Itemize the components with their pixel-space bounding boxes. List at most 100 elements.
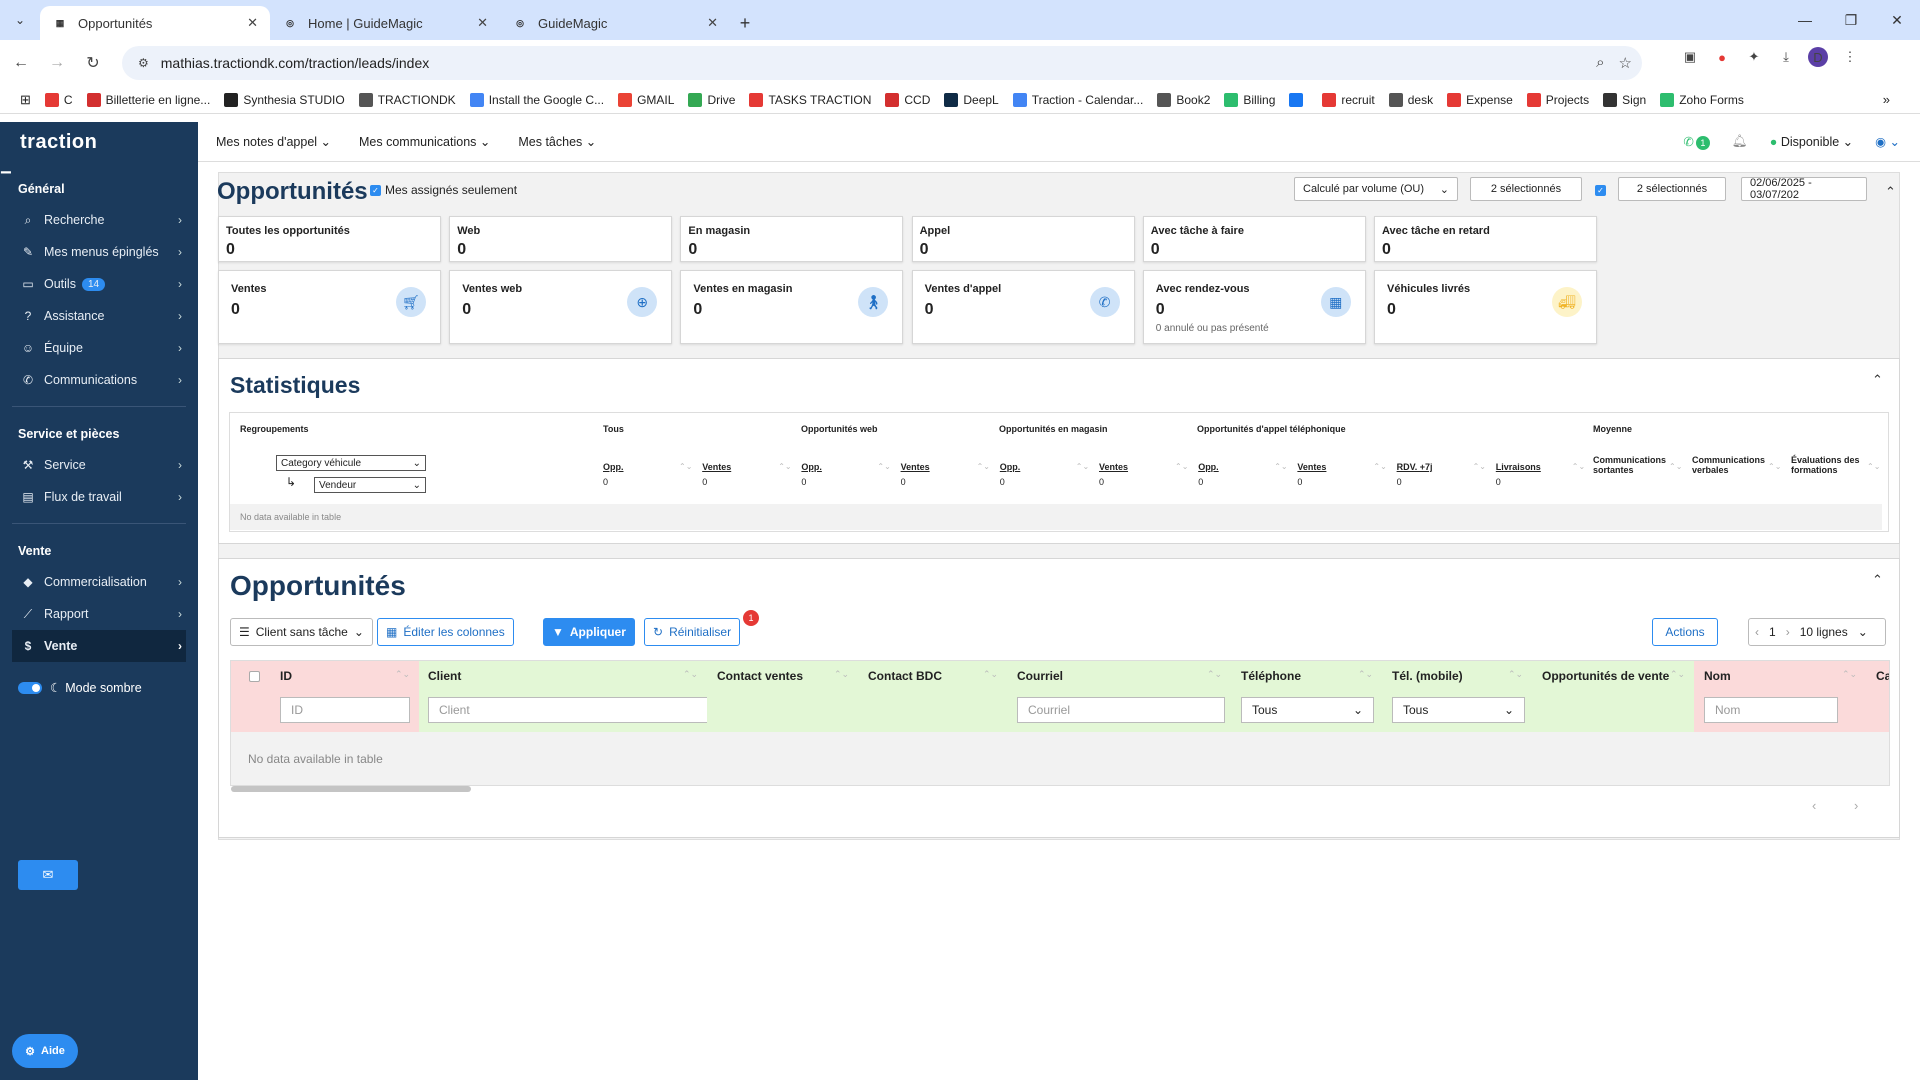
bookmark-item[interactable]: [1289, 92, 1308, 107]
sort-arrows-icon[interactable]: ⌃⌄: [1076, 462, 1089, 471]
bookmark-item[interactable]: recruit: [1322, 92, 1375, 107]
assigned-only-checkbox[interactable]: ✓ Mes assignés seulement: [370, 183, 517, 197]
chat-button[interactable]: ✉: [18, 860, 78, 890]
extensions-puzzle-icon[interactable]: ✦: [1744, 47, 1764, 67]
sidebar-item-assistance[interactable]: ? Assistance ›: [0, 300, 198, 332]
column-header[interactable]: Contact BDC: [868, 669, 942, 683]
stats-subcolumn-header[interactable]: Ventes: [702, 462, 731, 472]
kpi-card[interactable]: Avec rendez-vous 0 0 annulé ou pas présent…: [1142, 270, 1366, 344]
bookmark-star-icon[interactable]: ☆: [1619, 54, 1632, 72]
sidebar-item-vente[interactable]: $ Vente ›: [12, 630, 186, 662]
kpi-card[interactable]: Ventes web 0 ⊕: [449, 270, 673, 344]
scroll-right-icon[interactable]: ›: [1854, 798, 1858, 813]
sort-arrows-icon[interactable]: ⌃⌄: [977, 462, 990, 471]
stats-subcolumn-header[interactable]: Livraisons: [1496, 462, 1541, 472]
tab-close-icon[interactable]: ✕: [247, 15, 258, 31]
sort-arrows-icon[interactable]: ⌃⌄: [1669, 462, 1682, 471]
bookmark-item[interactable]: Projects: [1526, 92, 1589, 107]
stats-collapse-icon[interactable]: ⌃: [1872, 372, 1883, 388]
stats-average-header[interactable]: Évaluations des formations: [1791, 455, 1871, 475]
summary-card[interactable]: Avec tâche en retard 0: [1374, 216, 1597, 262]
date-range-input[interactable]: 02/06/2025 - 03/07/202: [1741, 177, 1867, 201]
page-number[interactable]: 1: [1769, 625, 1776, 639]
prev-page-icon[interactable]: ‹: [1755, 625, 1759, 639]
column-header[interactable]: Contact ventes: [717, 669, 803, 683]
browser-tab[interactable]: ▦ Opportunités ✕: [40, 6, 270, 40]
sort-arrows-icon[interactable]: ⌃⌄: [1508, 669, 1523, 680]
sort-arrows-icon[interactable]: ⌃⌄: [1473, 462, 1486, 471]
reload-icon[interactable]: ↻: [78, 48, 108, 78]
sort-arrows-icon[interactable]: ⌃⌄: [834, 669, 849, 680]
apps-grid-icon[interactable]: ⊞: [20, 92, 31, 108]
kpi-card[interactable]: Ventes d'appel 0 ✆: [911, 270, 1135, 344]
bookmark-item[interactable]: DeepL: [944, 92, 999, 107]
bookmark-item[interactable]: CCD: [885, 92, 930, 107]
bookmark-item[interactable]: Expense: [1447, 92, 1513, 107]
sort-arrows-icon[interactable]: ⌃⌄: [1373, 462, 1386, 471]
kpi-card[interactable]: Ventes 0 🛒︎: [218, 270, 441, 344]
opps-collapse-icon[interactable]: ⌃: [1872, 572, 1883, 588]
new-tab-button[interactable]: +: [730, 6, 760, 40]
sidebar-item-communications[interactable]: ✆ Communications ›: [0, 364, 198, 396]
sidebar-item-flux-de-travail[interactable]: ▤ Flux de travail ›: [0, 481, 198, 513]
url-bar[interactable]: ⚙ mathias.tractiondk.com/traction/leads/…: [122, 46, 1642, 80]
browser-menu-icon[interactable]: ⋮: [1840, 47, 1860, 67]
sidebar-item-rapport[interactable]: ⟋ Rapport ›: [0, 598, 198, 630]
sort-arrows-icon[interactable]: ⌃⌄: [1670, 669, 1685, 680]
traction-logo[interactable]: traction: [0, 122, 198, 162]
sort-arrows-icon[interactable]: ⌃⌄: [983, 669, 998, 680]
topnav-menu[interactable]: Mes communications ⌄: [359, 134, 490, 149]
bookmark-item[interactable]: Drive: [688, 92, 735, 107]
help-button[interactable]: ⚙ Aide: [12, 1034, 78, 1068]
selection-checkbox[interactable]: ✓: [1595, 185, 1606, 196]
stats-subcolumn-header[interactable]: Opp.: [603, 462, 624, 472]
column-filter-input[interactable]: Courriel: [1017, 697, 1225, 723]
toggle-switch[interactable]: [18, 681, 42, 694]
stats-subcolumn-header[interactable]: Opp.: [1198, 462, 1219, 472]
stats-subcolumn-header[interactable]: Opp.: [801, 462, 822, 472]
tab-search-icon[interactable]: ⌄: [0, 0, 40, 40]
column-filter-input[interactable]: ID: [280, 697, 410, 723]
scroll-left-icon[interactable]: ‹: [1812, 798, 1816, 813]
sidebar-collapse-icon[interactable]: −: [0, 162, 12, 185]
bookmark-item[interactable]: GMAIL: [618, 92, 674, 107]
forward-icon[interactable]: →: [42, 48, 72, 78]
selection-filter-1[interactable]: 2 sélectionnés: [1470, 177, 1582, 201]
column-header[interactable]: ID: [280, 669, 292, 683]
extension-icon[interactable]: ▣: [1680, 47, 1700, 67]
column-header[interactable]: Courriel: [1017, 669, 1063, 683]
stats-average-header[interactable]: Communications verbales: [1692, 455, 1772, 475]
horizontal-scrollbar[interactable]: [231, 786, 471, 792]
apply-button[interactable]: ▼ Appliquer: [543, 618, 635, 646]
stats-subcolumn-header[interactable]: Ventes: [901, 462, 930, 472]
bookmarks-overflow-icon[interactable]: »: [1883, 92, 1890, 107]
column-header[interactable]: Tél. (mobile): [1392, 669, 1463, 683]
next-page-icon[interactable]: ›: [1786, 625, 1790, 639]
close-window-icon[interactable]: ✕: [1874, 0, 1920, 40]
sort-arrows-icon[interactable]: ⌃⌄: [1358, 669, 1373, 680]
reset-button[interactable]: ↻ Réinitialiser: [644, 618, 741, 646]
sort-arrows-icon[interactable]: ⌃⌄: [1867, 462, 1880, 471]
browser-tab[interactable]: ◎ GuideMagic ✕: [500, 6, 730, 40]
summary-card[interactable]: Avec tâche à faire 0: [1142, 216, 1366, 262]
sidebar-item-service[interactable]: ⚒ Service ›: [0, 449, 198, 481]
stats-subcolumn-header[interactable]: Ventes: [1099, 462, 1128, 472]
url-text[interactable]: mathias.tractiondk.com/traction/leads/in…: [161, 55, 429, 71]
column-filter-select[interactable]: Tous ⌄: [1241, 697, 1374, 723]
stats-subcolumn-header[interactable]: Opp.: [1000, 462, 1021, 472]
dark-mode-toggle[interactable]: ☾ Mode sombre: [0, 680, 198, 695]
column-filter-select[interactable]: Tous ⌄: [1392, 697, 1525, 723]
browser-tab[interactable]: ◎ Home | GuideMagic ✕: [270, 6, 500, 40]
column-header[interactable]: Téléphone: [1241, 669, 1301, 683]
bookmark-item[interactable]: Synthesia STUDIO: [224, 92, 345, 107]
summary-card[interactable]: Web 0: [449, 216, 673, 262]
collapse-header-icon[interactable]: ⌃: [1885, 184, 1896, 200]
sort-arrows-icon[interactable]: ⌃⌄: [1175, 462, 1188, 471]
bookmark-item[interactable]: C: [44, 92, 73, 107]
rows-per-page-select[interactable]: 10 lignes: [1800, 625, 1848, 639]
summary-card[interactable]: En magasin 0: [680, 216, 904, 262]
summary-card[interactable]: Appel 0: [911, 216, 1135, 262]
column-header[interactable]: Opportunités de vente: [1542, 669, 1669, 683]
bookmark-item[interactable]: TRACTIONDK: [358, 92, 456, 107]
sidebar-item-outils[interactable]: ▭ Outils 14 ›: [0, 268, 198, 300]
